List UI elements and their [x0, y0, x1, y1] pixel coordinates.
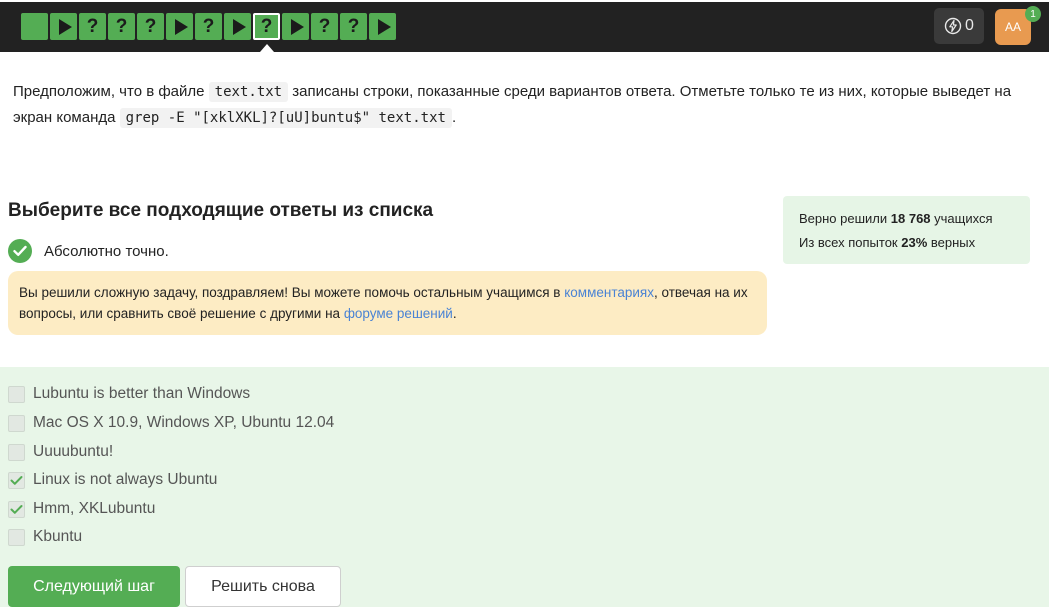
answer-option[interactable]: Hmm, XKLubuntu [8, 500, 155, 518]
play-icon [58, 18, 72, 35]
option-checkbox[interactable] [8, 500, 25, 518]
option-checkbox[interactable] [8, 414, 25, 432]
stats-label: учащихся [930, 211, 993, 226]
option-label: Mac OS X 10.9, Windows XP, Ubuntu 12.04 [33, 414, 335, 431]
hint-text: . [452, 306, 457, 321]
file-code: text.txt [208, 82, 289, 102]
question-part: . [451, 109, 457, 126]
question-mark-icon: ? [202, 15, 215, 37]
step-11[interactable]: ? [311, 13, 338, 40]
step-4[interactable]: ? [108, 13, 135, 40]
stats-percent: Из всех попыток 23% верных [799, 231, 1014, 255]
retry-button[interactable]: Решить снова [185, 566, 341, 607]
question-mark-icon: ? [318, 15, 331, 37]
stats-label: Из всех попыток [799, 235, 902, 250]
verdict: Абсолютно точно. [8, 239, 169, 263]
page-title: Выберите все подходящие ответы из списка [8, 200, 434, 221]
answer-option[interactable]: Mac OS X 10.9, Windows XP, Ubuntu 12.04 [8, 414, 334, 432]
answer-option[interactable]: Kbuntu [8, 528, 82, 546]
stats-label: Верно решили [799, 211, 891, 226]
command-code: grep -E "[xklXKL]?[uU]buntu$" text.txt [119, 108, 452, 128]
question-mark-icon: ? [144, 15, 157, 37]
answer-option[interactable]: Linux is not always Ubuntu [8, 471, 217, 489]
play-icon [174, 18, 188, 35]
top-edge [0, 0, 1049, 2]
question-text: Предположим, что в файле text.txt записа… [13, 79, 1023, 131]
question-mark-icon: ? [86, 15, 99, 37]
percent-value: 23% [901, 235, 928, 250]
energy-counter[interactable]: 0 [934, 8, 984, 44]
option-checkbox[interactable] [8, 528, 25, 546]
lightning-icon [944, 17, 962, 35]
step-3[interactable]: ? [79, 13, 106, 40]
stats-box: Верно решили 18 768 учащихся Из всех поп… [783, 196, 1030, 264]
solutions-forum-link[interactable]: форуме решений [344, 306, 453, 321]
step-navigation: ??????? [21, 13, 398, 52]
check-circle-icon [8, 239, 32, 263]
option-label: Linux is not always Ubuntu [33, 471, 218, 488]
option-checkbox[interactable] [8, 471, 25, 489]
question-mark-icon: ? [347, 15, 360, 37]
question-part: Предположим, что в файле [13, 83, 209, 100]
step-13[interactable] [369, 13, 396, 40]
play-icon [290, 18, 304, 35]
step-7[interactable]: ? [195, 13, 222, 40]
option-label: Lubuntu is better than Windows [33, 385, 251, 402]
hint-text: Вы решили сложную задачу, поздравляем! В… [19, 285, 565, 300]
top-bar: ??????? 0 AA 1 [0, 0, 1049, 52]
notification-badge: 1 [1025, 6, 1041, 22]
play-icon [377, 18, 391, 35]
energy-count: 0 [965, 17, 974, 34]
answer-option[interactable]: Uuuubuntu! [8, 443, 113, 461]
step-12[interactable]: ? [340, 13, 367, 40]
option-label: Uuuubuntu! [33, 443, 114, 460]
step-6[interactable] [166, 13, 193, 40]
step-5[interactable]: ? [137, 13, 164, 40]
step-9[interactable]: ? [253, 13, 280, 52]
checkmark-icon [10, 475, 23, 485]
solved-count: 18 768 [890, 211, 931, 226]
step-2[interactable] [50, 13, 77, 40]
question-mark-icon: ? [260, 15, 273, 37]
answer-option[interactable]: Lubuntu is better than Windows [8, 385, 250, 403]
option-label: Kbuntu [33, 528, 83, 545]
step-8[interactable] [224, 13, 251, 40]
stats-label: верных [927, 235, 976, 250]
option-checkbox[interactable] [8, 443, 25, 461]
step-1[interactable] [21, 13, 48, 40]
next-step-button[interactable]: Следующий шаг [8, 566, 180, 607]
option-label: Hmm, XKLubuntu [33, 500, 156, 517]
hint-box: Вы решили сложную задачу, поздравляем! В… [8, 271, 767, 335]
verdict-text: Абсолютно точно. [44, 242, 169, 260]
comments-link[interactable]: комментариях [564, 285, 654, 300]
play-icon [232, 18, 246, 35]
question-mark-icon: ? [115, 15, 128, 37]
step-10[interactable] [282, 13, 309, 40]
option-checkbox[interactable] [8, 385, 25, 403]
checkmark-icon [10, 504, 23, 514]
stats-solved: Верно решили 18 768 учащихся [799, 207, 1014, 231]
